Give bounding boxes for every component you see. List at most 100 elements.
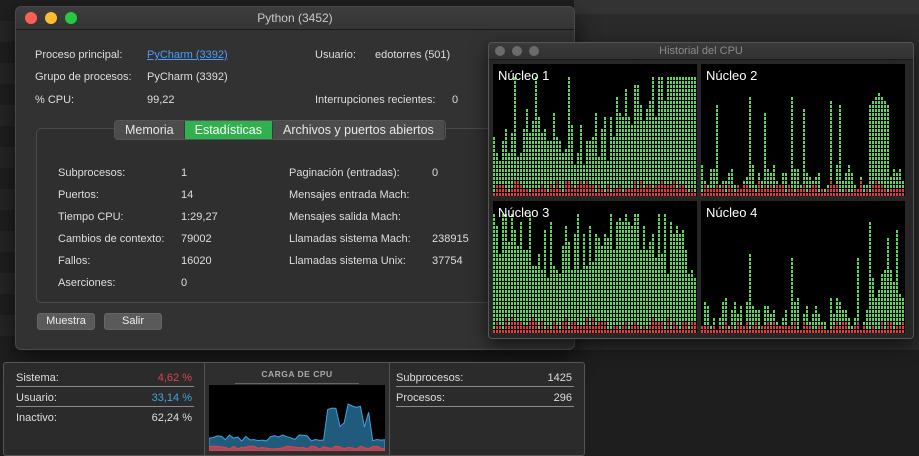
cpu-history-cell [616,270,618,273]
cpu-history-cell [673,101,675,104]
cpu-history-cell [595,242,597,245]
cpu-history-cell [631,326,633,329]
cpu-history-cell [574,181,576,184]
cpu-history-cell [499,330,501,333]
cpu-history-cell [878,141,880,144]
cpu-history-cell [803,117,805,120]
cpu-history-cell [896,302,898,305]
history-title-bar[interactable]: Historial del CPU [489,43,913,60]
cpu-history-cell [571,177,573,180]
cpu-history-cell [523,181,525,184]
cpu-history-cell [535,314,537,317]
quit-button[interactable]: Salir [104,313,162,330]
cpu-history-cell [595,330,597,333]
cpu-history-cell [902,306,904,309]
cpu-history-cell [896,177,898,180]
cpu-history-cell [830,314,832,317]
cpu-history-cell [607,161,609,164]
cpu-history-cell [646,302,648,305]
cpu-history-cell [634,189,636,192]
cpu-history-cell [514,290,516,293]
cpu-history-cell [544,294,546,297]
cpu-history-cell [580,326,582,329]
cpu-history-cell [610,165,612,168]
threads-value: 1425 [547,372,572,384]
cpu-history-cell [493,218,495,221]
cpu-history-cell [749,302,751,305]
cpu-history-cell [676,226,678,229]
cpu-history-cell [676,326,678,329]
cpu-history-cell [881,330,883,333]
cpu-history-cell [514,149,516,152]
cpu-history-cell [616,290,618,293]
cpu-history-cell [514,169,516,172]
cpu-history-cell [589,177,591,180]
cpu-history-cell [658,254,660,257]
cpu-history-cell [643,274,645,277]
cpu-history-cell [511,177,513,180]
cpu-history-cell [619,173,621,176]
cpu-history-cell [688,326,690,329]
cpu-history-cell [571,137,573,140]
cpu-history-cell [562,246,564,249]
cpu-history-cell [896,246,898,249]
cpu-history-cell [797,322,799,325]
cpu-history-cell [568,173,570,176]
cpu-history-cell [502,314,504,317]
cpu-history-cell [794,185,796,188]
cpu-history-cell [673,105,675,108]
cpu-history-cell [746,322,748,325]
cpu-history-cell [517,286,519,289]
cpu-history-cell [634,157,636,160]
cpu-history-cell [622,141,624,144]
cpu-history-cell [773,330,775,333]
title-bar[interactable]: Python (3452) [16,7,574,30]
cpu-history-cell [538,141,540,144]
cpu-history-cell [652,125,654,128]
cpu-history-cell [646,117,648,120]
cpu-history-cell [670,113,672,116]
cpu-history-cell [676,93,678,96]
cpu-history-cell [577,258,579,261]
cpu-history-cell [716,193,718,196]
sample-button[interactable]: Muestra [37,313,95,330]
cpu-history-cell [622,129,624,132]
cpu-history-cell [508,242,510,245]
cpu-history-cell [839,193,841,196]
cpu-history-cell [725,326,727,329]
tab-statistics[interactable]: Estadísticas [184,121,274,139]
cpu-history-cell [505,161,507,164]
cpu-history-cell [523,177,525,180]
cpu-history-cell [740,306,742,309]
cpu-history-cell [514,302,516,305]
cpu-history-cell [679,137,681,140]
cpu-history-cell [619,145,621,148]
cpu-history-cell [496,181,498,184]
cpu-history-cell [731,177,733,180]
cpu-history-cell [839,157,841,160]
cpu-history-cell [842,181,844,184]
cpu-history-cell [658,141,660,144]
cpu-history-cell [592,278,594,281]
cpu-history-cell [664,149,666,152]
cpu-history-cell [670,189,672,192]
cpu-history-cell [652,129,654,132]
parent-process-link[interactable]: PyCharm (3392) [147,49,228,61]
cpu-history-cell [694,314,696,317]
cpu-history-cell [670,153,672,156]
cpu-history-cell [713,193,715,196]
tab-open-files-ports[interactable]: Archivos y puertos abiertos [273,121,445,139]
cpu-history-cell [661,322,663,325]
tab-memory[interactable]: Memoria [115,121,185,139]
cpu-history-cell [604,286,606,289]
cpu-history-cell [875,121,877,124]
cpu-history-cell [628,145,630,148]
cpu-history-cell [499,262,501,265]
cpu-history-cell [710,177,712,180]
cpu-history-cell [685,97,687,100]
cpu-history-cell [544,185,546,188]
cpu-history-cell [631,302,633,305]
cpu-history-cell [875,189,877,192]
cpu-history-cell [574,266,576,269]
cpu-history-cell [499,302,501,305]
